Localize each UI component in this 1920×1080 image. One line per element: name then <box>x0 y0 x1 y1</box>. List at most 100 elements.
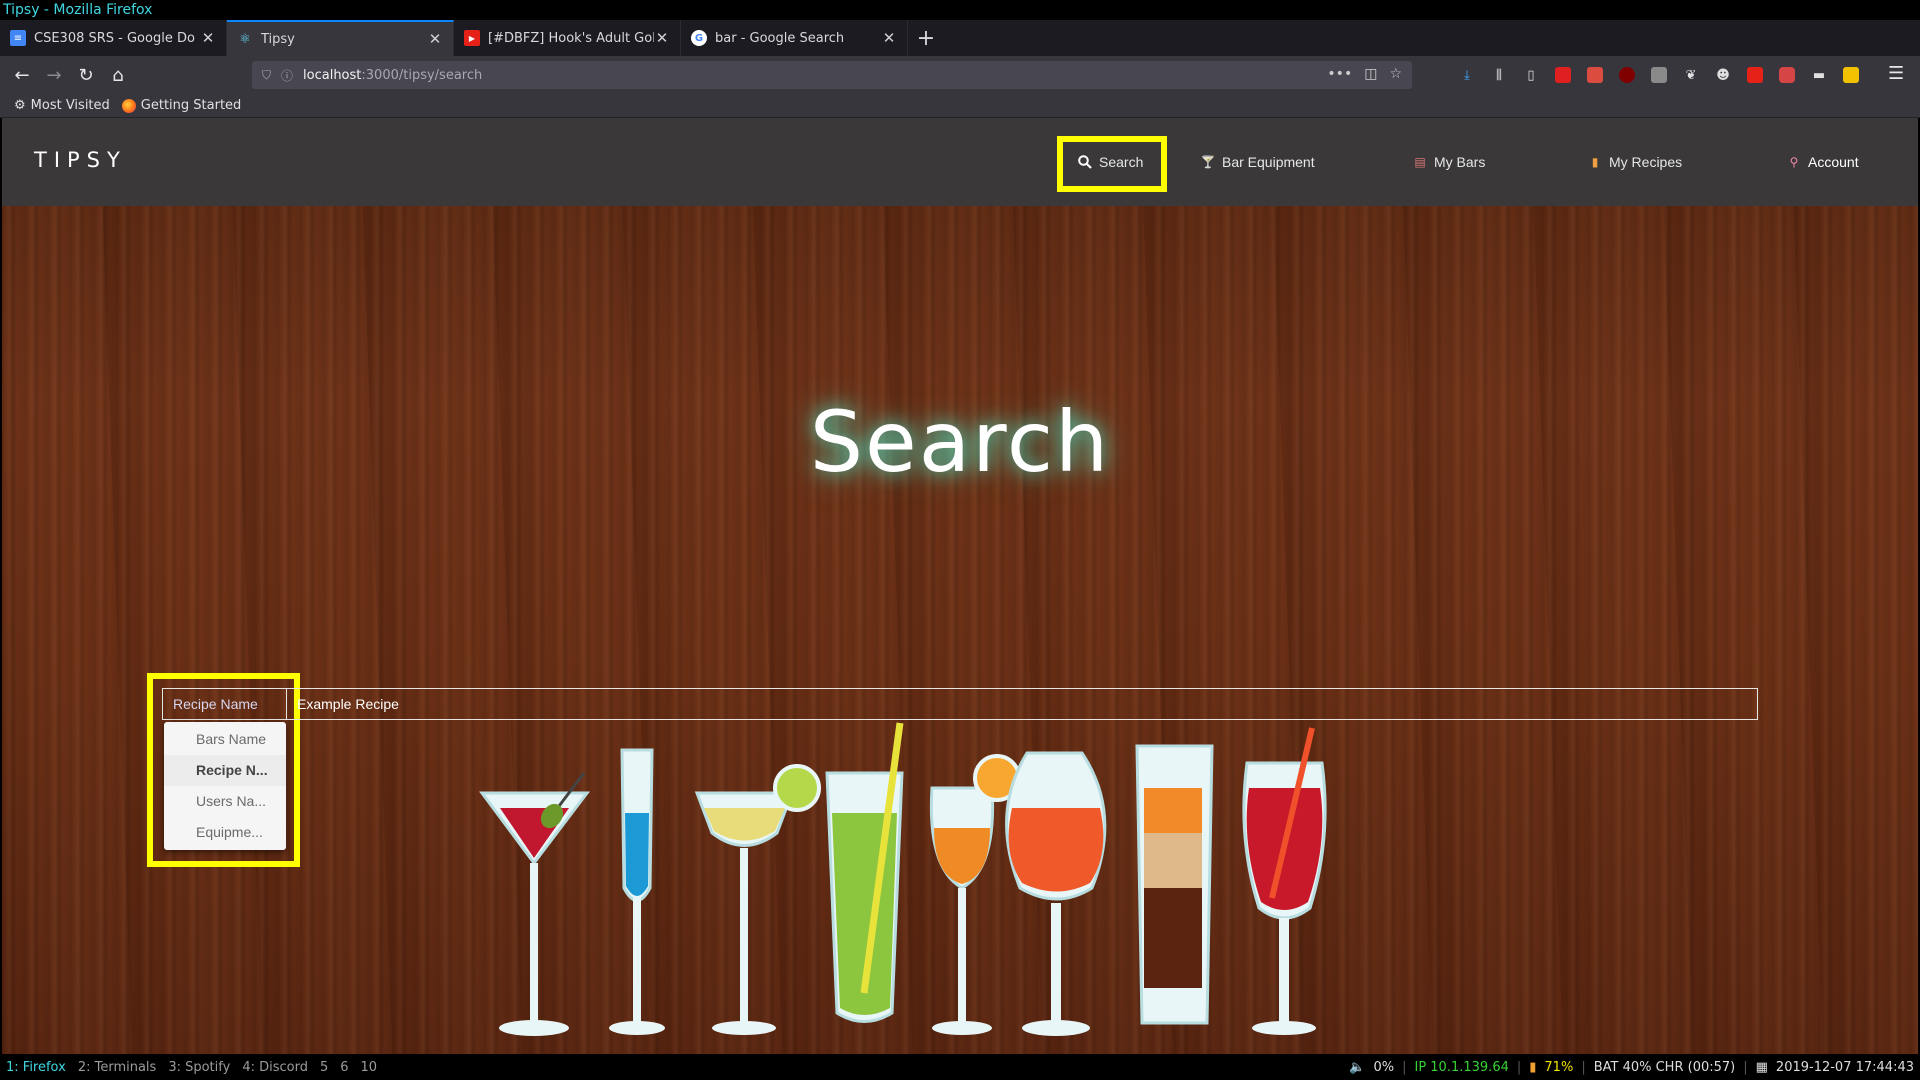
workspace-item[interactable]: 6 <box>340 1056 348 1080</box>
divider: | <box>1743 1060 1748 1075</box>
tab-google-search[interactable]: G bar - Google Search ✕ <box>681 20 908 56</box>
extension-feather-icon[interactable]: ❦ <box>1679 63 1703 87</box>
account-icon: ⚲ <box>1789 155 1799 169</box>
new-tab-button[interactable]: + <box>908 20 944 56</box>
close-icon[interactable]: ✕ <box>427 30 443 48</box>
tab-label: Tipsy <box>261 31 295 47</box>
close-icon[interactable]: ✕ <box>200 29 216 47</box>
info-icon[interactable]: ⓘ <box>281 67 293 84</box>
home-icon[interactable]: ⌂ <box>102 60 134 90</box>
url-path: :3000/tipsy/search <box>361 67 483 83</box>
wifi-strength: 71% <box>1544 1060 1574 1075</box>
workspace-list: 1: Firefox 2: Terminals 3: Spotify 4: Di… <box>6 1056 377 1080</box>
calendar-icon: ▦ <box>1755 1060 1768 1075</box>
window-title: Tipsy - Mozilla Firefox <box>0 0 1920 20</box>
ublock-icon[interactable] <box>1615 63 1639 87</box>
extension-dots-icon[interactable]: ▬ <box>1807 63 1831 87</box>
nav-account[interactable]: ⚲ Account <box>1786 151 1859 173</box>
bookmarks-toolbar: ⚙ Most Visited Getting Started <box>0 94 1920 118</box>
workspace-item[interactable]: 1: Firefox <box>6 1056 66 1080</box>
downloads-icon[interactable]: ⤓ <box>1455 63 1479 87</box>
bookmark-most-visited[interactable]: ⚙ Most Visited <box>14 98 110 113</box>
tab-google-docs[interactable]: ≡ CSE308 SRS - Google Do ✕ <box>0 20 227 56</box>
workspace-item[interactable]: 3: Spotify <box>168 1056 230 1080</box>
extension-red-pen-icon[interactable] <box>1551 63 1575 87</box>
pocket-icon[interactable]: ◫ <box>1364 66 1377 82</box>
extension-w-icon[interactable] <box>1839 63 1863 87</box>
bookmark-label: Getting Started <box>140 98 242 113</box>
forward-icon[interactable]: → <box>38 60 70 90</box>
filter-option-users-name[interactable]: Users Na... <box>164 786 286 817</box>
nav-label: Bar Equipment <box>1222 154 1315 170</box>
tab-label: CSE308 SRS - Google Do <box>34 30 195 46</box>
highball-glass-icon <box>825 722 904 1023</box>
datetime: 2019-12-07 17:44:43 <box>1775 1060 1914 1075</box>
google-icon: G <box>691 30 707 46</box>
tab-tipsy[interactable]: ⚛ Tipsy ✕ <box>227 20 454 56</box>
close-icon[interactable]: ✕ <box>654 29 670 47</box>
extension-youtube-icon[interactable] <box>1743 63 1767 87</box>
back-icon[interactable]: ← <box>6 60 38 90</box>
divider: | <box>1581 1060 1586 1075</box>
equipment-icon: 🍸 <box>1200 155 1216 169</box>
wifi-icon: ▮ <box>1529 1060 1537 1075</box>
bottle-icon: ▮ <box>1591 155 1599 169</box>
system-tray: 🔈 0% | IP 10.1.139.64 | ▮ 71% | BAT 40% … <box>1349 1056 1914 1080</box>
flute-glass-icon <box>609 748 665 1035</box>
nav-label: My Recipes <box>1609 154 1683 170</box>
sidebar-icon[interactable]: ▯ <box>1519 63 1543 87</box>
extension-ghost-icon[interactable]: ☻ <box>1711 63 1735 87</box>
bookmark-star-icon[interactable]: ☆ <box>1389 66 1402 82</box>
site-logo[interactable]: TIPSY <box>34 148 127 172</box>
nav-label: Account <box>1808 154 1859 170</box>
gear-icon: ⚙ <box>14 98 26 113</box>
react-icon: ⚛ <box>239 31 251 47</box>
cocktail-glasses-illustration <box>479 722 1327 1036</box>
workspace-item[interactable]: 5 <box>320 1056 328 1080</box>
hurricane-glass-icon <box>1242 727 1327 1035</box>
nav-bar-equipment[interactable]: 🍸 Bar Equipment <box>1200 151 1315 173</box>
reload-icon[interactable]: ↻ <box>70 60 102 90</box>
site-navbar: TIPSY Search 🍸 Bar Equipment ▤ My Bars ▮… <box>2 118 1918 206</box>
layered-shot-glass-icon <box>1135 744 1214 1025</box>
extension-todoist-icon[interactable] <box>1583 63 1607 87</box>
google-docs-icon: ≡ <box>10 30 26 46</box>
tab-strip: ≡ CSE308 SRS - Google Do ✕ ⚛ Tipsy ✕ ▶ [… <box>0 20 1920 56</box>
bookmark-label: Most Visited <box>30 98 110 113</box>
url-bar[interactable]: ⛉ ⓘ localhost:3000/tipsy/search ••• ◫ ☆ <box>252 61 1412 89</box>
workspace-item[interactable]: 10 <box>361 1056 378 1080</box>
search-filter-select[interactable]: Recipe Name <box>162 688 286 720</box>
tab-youtube[interactable]: ▶ [#DBFZ] Hook's Adult Goh ✕ <box>454 20 681 56</box>
nav-search[interactable]: Search <box>1077 151 1143 173</box>
battery-status: BAT 40% CHR (00:57) <box>1593 1060 1736 1075</box>
volume-level: 0% <box>1373 1060 1395 1075</box>
menu-icon[interactable]: ☰ <box>1888 63 1904 84</box>
extensions-toolbar: ⤓ ⫼ ▯ ❦ ☻ ▬ <box>1455 60 1863 90</box>
workspace-item[interactable]: 2: Terminals <box>78 1056 157 1080</box>
wine-glass-icon <box>929 754 1021 1035</box>
divider: | <box>1402 1060 1407 1075</box>
page-title: Search <box>809 393 1111 491</box>
filter-option-recipe-name[interactable]: Recipe N... <box>164 755 286 786</box>
volume-icon[interactable]: 🔈 <box>1349 1056 1365 1080</box>
tab-label: [#DBFZ] Hook's Adult Goh <box>488 30 654 46</box>
page-actions-icon[interactable]: ••• <box>1327 66 1352 82</box>
system-status-bar: 1: Firefox 2: Terminals 3: Spotify 4: Di… <box>0 1056 1920 1080</box>
nav-my-bars[interactable]: ▤ My Bars <box>1412 151 1485 173</box>
extension-octo-icon[interactable] <box>1775 63 1799 87</box>
filter-option-equipment[interactable]: Equipme... <box>164 817 286 848</box>
bar-icon: ▤ <box>1414 155 1426 169</box>
martini-glass-icon <box>479 772 591 1036</box>
filter-option-bars-name[interactable]: Bars Name <box>164 724 286 755</box>
firefox-icon <box>121 98 136 113</box>
margarita-glass-icon <box>694 764 821 1035</box>
close-icon[interactable]: ✕ <box>881 29 897 47</box>
library-icon[interactable]: ⫼ <box>1487 63 1511 87</box>
extension-gray-icon[interactable] <box>1647 63 1671 87</box>
youtube-icon: ▶ <box>464 30 480 46</box>
bookmark-getting-started[interactable]: Getting Started <box>121 98 242 113</box>
workspace-item[interactable]: 4: Discord <box>242 1056 308 1080</box>
ip-address: IP 10.1.139.64 <box>1414 1060 1509 1075</box>
tab-label: bar - Google Search <box>715 30 845 46</box>
nav-my-recipes[interactable]: ▮ My Recipes <box>1587 151 1682 173</box>
